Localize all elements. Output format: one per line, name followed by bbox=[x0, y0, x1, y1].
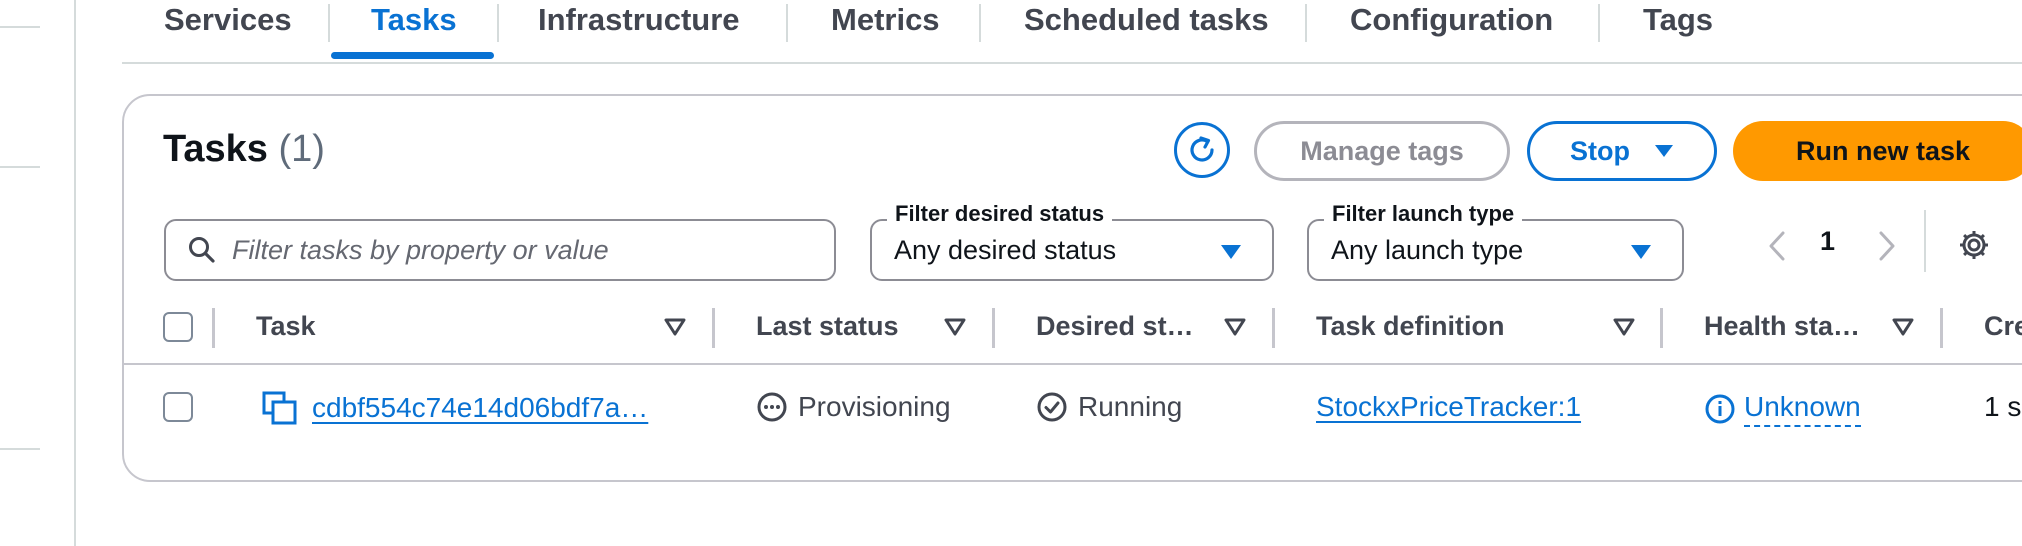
active-tab-indicator bbox=[331, 52, 494, 59]
sort-icon[interactable] bbox=[1613, 318, 1635, 336]
table-preferences-button[interactable] bbox=[1951, 222, 1997, 268]
tab-bar: Services Tasks Infrastructure Metrics Sc… bbox=[122, 0, 2022, 64]
nav-divider bbox=[0, 26, 40, 28]
last-status-cell: Provisioning bbox=[756, 391, 951, 423]
column-header-health-status[interactable]: Health sta… bbox=[1704, 311, 1860, 342]
settings-gear-icon bbox=[1960, 231, 1988, 259]
column-separator bbox=[1660, 308, 1663, 348]
column-header-desired-status[interactable]: Desired st… bbox=[1036, 311, 1194, 342]
desired-status-value: Any desired status bbox=[894, 234, 1117, 265]
refresh-button[interactable] bbox=[1174, 122, 1230, 178]
pagination-divider bbox=[1924, 210, 1926, 272]
tab-services[interactable]: Services bbox=[164, 0, 292, 60]
sort-icon[interactable] bbox=[664, 318, 686, 336]
search-field[interactable] bbox=[164, 219, 836, 281]
launch-type-value: Any launch type bbox=[1331, 234, 1524, 265]
tab-configuration[interactable]: Configuration bbox=[1350, 0, 1553, 60]
tab-metrics[interactable]: Metrics bbox=[831, 0, 940, 60]
tab-separator bbox=[786, 4, 788, 42]
sort-icon[interactable] bbox=[944, 318, 966, 336]
column-separator bbox=[1940, 308, 1943, 348]
caret-down-icon bbox=[1631, 245, 1651, 259]
sort-icon[interactable] bbox=[1224, 318, 1246, 336]
column-header-task[interactable]: Task bbox=[256, 311, 316, 342]
stop-button[interactable]: Stop bbox=[1527, 121, 1717, 181]
row-select-checkbox[interactable] bbox=[163, 392, 193, 422]
tab-tasks[interactable]: Tasks bbox=[371, 0, 457, 60]
in-progress-icon bbox=[757, 392, 787, 422]
column-header-last-status[interactable]: Last status bbox=[756, 311, 899, 342]
nav-divider bbox=[0, 166, 40, 168]
side-navigation-strip bbox=[0, 0, 76, 546]
nav-divider bbox=[0, 448, 40, 450]
table-row-task-cell: cdbf554c74e14d06bdf7a… bbox=[262, 391, 648, 425]
created-cell: 1 s bbox=[1984, 391, 2021, 423]
health-status-cell: Unknown bbox=[1704, 391, 1861, 427]
column-separator bbox=[212, 308, 215, 348]
sort-icon[interactable] bbox=[1892, 318, 1914, 336]
tab-separator bbox=[979, 4, 981, 42]
column-header-created[interactable]: Cre bbox=[1984, 311, 2022, 342]
created-text: 1 s bbox=[1984, 391, 2022, 422]
task-id-link[interactable]: cdbf554c74e14d06bdf7a… bbox=[312, 392, 648, 424]
page-title: Tasks (1) bbox=[163, 128, 325, 171]
run-new-task-button[interactable]: Run new task bbox=[1733, 121, 2022, 181]
search-icon bbox=[189, 237, 215, 263]
tab-separator bbox=[328, 4, 330, 42]
chevron-right-icon bbox=[1879, 231, 1895, 261]
tab-separator bbox=[1598, 4, 1600, 42]
chevron-left-icon bbox=[1769, 231, 1785, 261]
previous-page-button[interactable] bbox=[1762, 226, 1792, 266]
task-definition-cell: StockxPriceTracker:1 bbox=[1316, 391, 1581, 423]
column-separator bbox=[1272, 308, 1275, 348]
desired-status-text: Running bbox=[1078, 391, 1183, 422]
info-icon bbox=[1705, 394, 1735, 424]
launch-type-select[interactable]: Any launch type bbox=[1307, 219, 1684, 281]
column-separator bbox=[992, 308, 995, 348]
desired-status-select[interactable]: Any desired status bbox=[870, 219, 1274, 281]
manage-tags-button[interactable]: Manage tags bbox=[1254, 121, 1510, 181]
tab-infrastructure[interactable]: Infrastructure bbox=[538, 0, 740, 60]
tasks-count: (1) bbox=[278, 128, 325, 170]
table-header-divider bbox=[122, 363, 2022, 365]
select-all-checkbox[interactable] bbox=[163, 312, 193, 342]
last-status-text: Provisioning bbox=[798, 391, 951, 422]
tab-separator bbox=[1305, 4, 1307, 42]
copy-icon[interactable] bbox=[262, 391, 298, 425]
tab-scheduled-tasks[interactable]: Scheduled tasks bbox=[1024, 0, 1269, 60]
desired-status-label: Filter desired status bbox=[887, 201, 1113, 227]
launch-type-label: Filter launch type bbox=[1324, 201, 1523, 227]
refresh-icon bbox=[1190, 136, 1214, 162]
current-page-number[interactable]: 1 bbox=[1820, 226, 1835, 257]
tasks-heading: Tasks bbox=[163, 128, 268, 170]
success-check-icon bbox=[1037, 392, 1067, 422]
column-separator bbox=[712, 308, 715, 348]
desired-status-cell: Running bbox=[1036, 391, 1182, 423]
tab-tags[interactable]: Tags bbox=[1643, 0, 1713, 60]
caret-down-icon bbox=[1655, 145, 1673, 157]
tab-separator bbox=[497, 4, 499, 42]
task-definition-link[interactable]: StockxPriceTracker:1 bbox=[1316, 391, 1581, 423]
column-header-task-definition[interactable]: Task definition bbox=[1316, 311, 1505, 342]
search-input[interactable] bbox=[230, 233, 794, 267]
caret-down-icon bbox=[1221, 245, 1241, 259]
health-status-popover-trigger[interactable]: Unknown bbox=[1744, 391, 1861, 427]
next-page-button[interactable] bbox=[1872, 226, 1902, 266]
